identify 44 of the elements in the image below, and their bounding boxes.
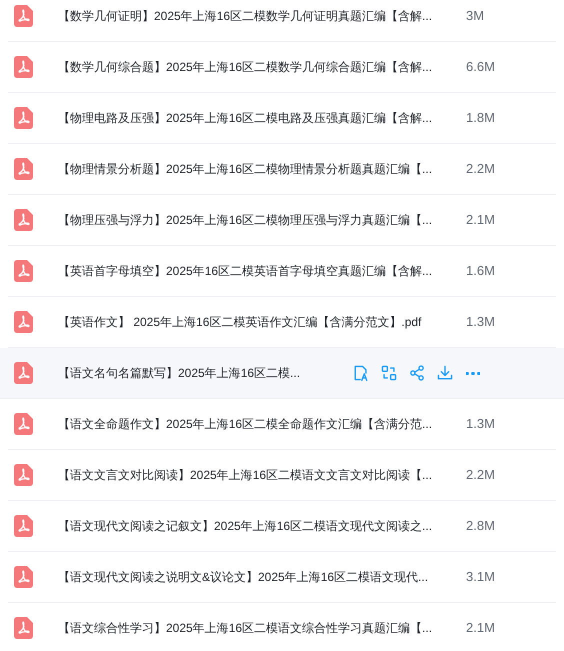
file-name[interactable]: 【语文现代文阅读之说明文&议论文】2025年上海16区二模语文现代... — [58, 568, 428, 586]
share-icon — [408, 364, 426, 382]
file-size: 3.1M — [466, 568, 496, 586]
file-row[interactable]: 【语文名句名篇默写】2025年上海16区二模... — [0, 348, 564, 399]
file-name[interactable]: 【语文综合性学习】2025年上海16区二模语文综合性学习真题汇编【... — [58, 619, 432, 637]
file-size: 2.2M — [466, 160, 496, 178]
more-icon — [466, 372, 480, 374]
file-size: 2.2M — [466, 466, 496, 484]
file-name[interactable]: 【数学几何证明】2025年上海16区二模数学几何证明真题汇编【含解... — [58, 7, 432, 25]
pdf-file-icon — [14, 617, 33, 639]
file-size: 1.3M — [466, 415, 496, 434]
file-name[interactable]: 【语文名句名篇默写】2025年上海16区二模... — [58, 364, 300, 382]
pdf-file-icon — [14, 209, 33, 231]
pdf-file-icon — [14, 260, 33, 282]
file-name[interactable]: 【物理情景分析题】2025年上海16区二模物理情景分析题真题汇编【... — [58, 160, 432, 178]
file-size: 3M — [466, 7, 486, 26]
pdf-file-icon — [14, 362, 33, 384]
preview-icon — [352, 364, 370, 382]
file-size: 2.8M — [466, 517, 496, 536]
file-size: 6.6M — [466, 58, 496, 76]
file-name[interactable]: 【英语作文】 2025年上海16区二模英语作文汇编【含满分范文】.pdf — [58, 313, 422, 331]
pdf-file-icon — [14, 515, 33, 537]
file-name[interactable]: 【物理电路及压强】2025年上海16区二模电路及压强真题汇编【含解... — [58, 109, 432, 127]
file-size: 1.8M — [466, 109, 496, 128]
pdf-file-icon — [14, 464, 33, 486]
file-name[interactable]: 【语文现代文阅读之记叙文】2025年上海16区二模语文现代文阅读之... — [58, 517, 432, 535]
file-size: 2.1M — [466, 211, 496, 230]
convert-icon — [380, 364, 398, 382]
file-name[interactable]: 【语文文言文对比阅读】2025年上海16区二模语文文言文对比阅读【... — [58, 466, 432, 484]
file-name[interactable]: 【数学几何综合题】2025年上海16区二模数学几何综合题汇编【含解... — [58, 58, 432, 76]
file-size: 2.1M — [466, 619, 496, 638]
download-icon — [436, 364, 454, 382]
file-name[interactable]: 【语文全命题作文】2025年上海16区二模全命题作文汇编【含满分范... — [58, 415, 432, 433]
pdf-file-icon — [14, 5, 33, 27]
pdf-file-icon — [14, 158, 33, 180]
pdf-file-icon — [14, 566, 33, 588]
file-size: 1.6M — [466, 262, 496, 280]
pdf-file-icon — [14, 311, 33, 333]
pdf-file-icon — [14, 107, 33, 129]
pdf-file-icon — [14, 413, 33, 435]
file-size: 1.3M — [466, 313, 496, 332]
pdf-file-icon — [14, 56, 33, 78]
file-name[interactable]: 【物理压强与浮力】2025年上海16区二模物理压强与浮力真题汇编【... — [58, 211, 432, 229]
file-name[interactable]: 【英语首字母填空】2025年16区二模英语首字母填空真题汇编【含解... — [58, 262, 432, 280]
